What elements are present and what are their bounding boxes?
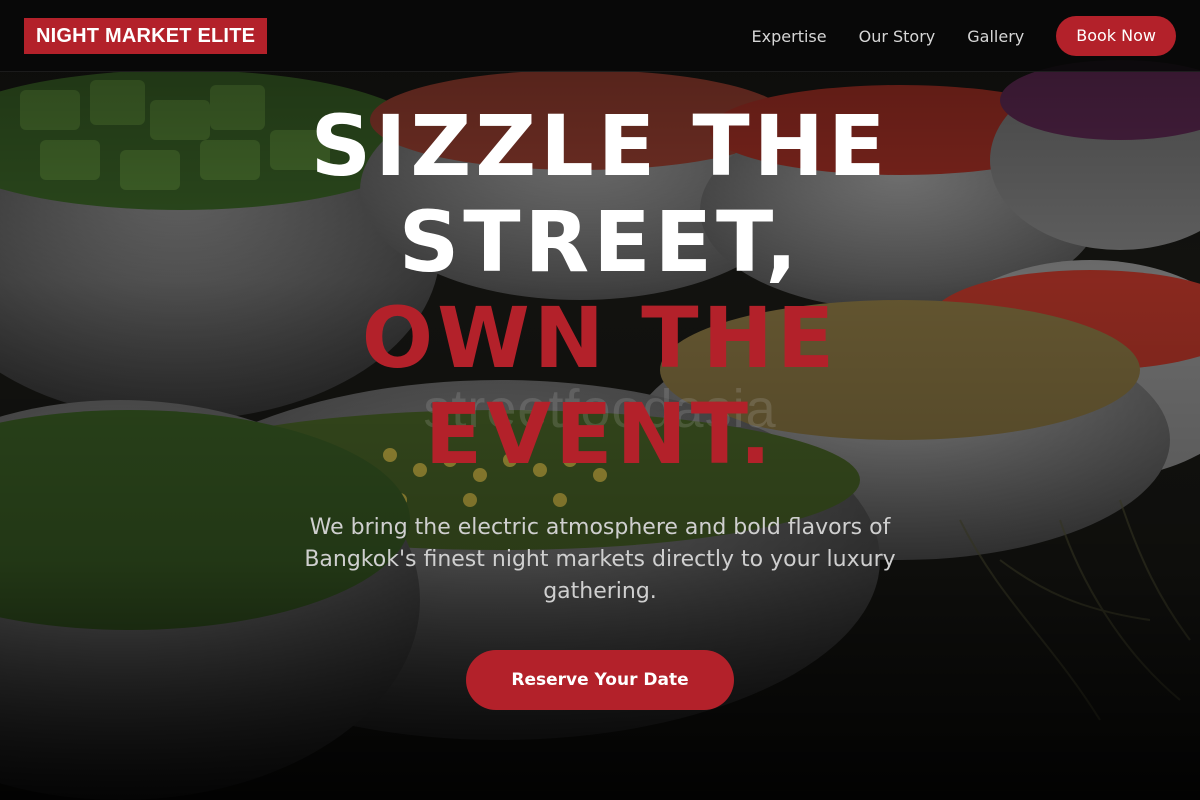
headline-line-1: SIZZLE THE [310, 97, 890, 195]
reserve-date-button[interactable]: Reserve Your Date [466, 650, 734, 710]
hero-section: SIZZLE THE STREET, OWN THE EVENT. We bri… [0, 98, 1200, 710]
brand-logo[interactable]: NIGHT MARKET ELITE [24, 18, 268, 54]
hero-headline: SIZZLE THE STREET, OWN THE EVENT. [0, 98, 1200, 482]
top-navbar: NIGHT MARKET ELITE Expertise Our Story G… [0, 0, 1200, 72]
headline-line-2: STREET, [398, 193, 802, 291]
headline-line-3: OWN THE [361, 289, 839, 387]
nav-link-expertise[interactable]: Expertise [752, 27, 827, 46]
landing-page: streetfoodasia NIGHT MARKET ELITE Expert… [0, 0, 1200, 800]
nav-links: Expertise Our Story Gallery Book Now [752, 16, 1176, 56]
hero-subheading: We bring the electric atmosphere and bol… [304, 515, 896, 604]
nav-link-gallery[interactable]: Gallery [967, 27, 1024, 46]
nav-link-our-story[interactable]: Our Story [859, 27, 936, 46]
book-now-button[interactable]: Book Now [1056, 16, 1176, 56]
headline-line-4: EVENT. [424, 385, 776, 483]
